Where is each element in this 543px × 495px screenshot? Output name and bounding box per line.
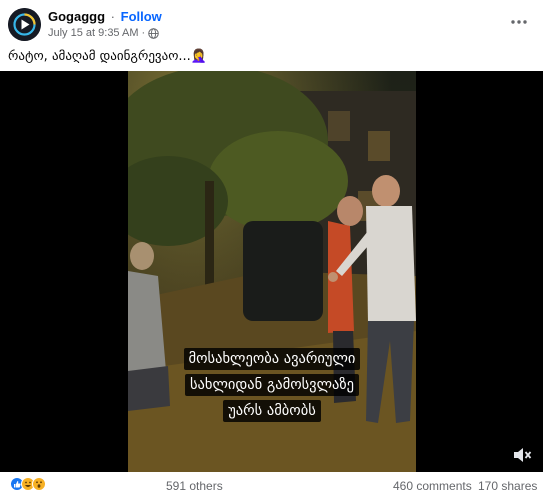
subtitle-line-3: უარს ამბობს: [128, 400, 416, 422]
caption-text: რატო, ამაღამ დაინგრევაო...: [8, 49, 191, 64]
subtitle-text-3: უარს ამბობს: [223, 400, 321, 422]
subtitle-line-2: სახლიდან გამოსვლაზე: [128, 374, 416, 396]
reactions-count[interactable]: 591 others: [166, 479, 223, 493]
post-header: Gogaggg · Follow July 15 at 9:35 AM ·: [0, 0, 543, 44]
subtitle-text-2: სახლიდან გამოსვლაზე: [184, 374, 360, 396]
author-avatar[interactable]: [8, 8, 41, 41]
video-player[interactable]: მოსახლეობა ავარიული სახლიდან გამოსვლაზე …: [0, 71, 543, 472]
video-frame[interactable]: მოსახლეობა ავარიული სახლიდან გამოსვლაზე …: [128, 71, 416, 472]
subtitle-line-1: მოსახლეობა ავარიული: [128, 348, 416, 370]
avatar-logo-icon: [8, 8, 41, 41]
shares-count[interactable]: 170 shares: [478, 479, 537, 493]
more-horizontal-icon: [511, 20, 527, 24]
reaction-icons[interactable]: [10, 477, 46, 491]
post-meta: July 15 at 9:35 AM ·: [48, 27, 159, 39]
post-footer: 591 others 460 comments 170 shares: [0, 472, 543, 495]
post-caption: რატო, ამაღამ დაინგრევაო...🤦‍♀️: [8, 49, 207, 64]
globe-icon: [148, 27, 159, 39]
wow-icon: [32, 477, 46, 491]
author-line: Gogaggg · Follow: [48, 9, 162, 24]
facebook-post: Gogaggg · Follow July 15 at 9:35 AM · რა…: [0, 0, 543, 495]
subtitle-text-1: მოსახლეობა ავარიული: [183, 348, 361, 370]
follow-button[interactable]: Follow: [121, 9, 162, 24]
comments-count[interactable]: 460 comments: [393, 479, 472, 493]
author-name[interactable]: Gogaggg: [48, 9, 105, 24]
more-options-button[interactable]: [509, 12, 529, 32]
meta-separator: ·: [141, 27, 146, 39]
post-timestamp[interactable]: July 15 at 9:35 AM: [48, 27, 139, 39]
facepalm-emoji: 🤦‍♀️: [190, 49, 208, 64]
volume-muted-icon: [514, 448, 532, 462]
mute-toggle-button[interactable]: [512, 446, 532, 464]
separator-dot: ·: [110, 9, 116, 24]
